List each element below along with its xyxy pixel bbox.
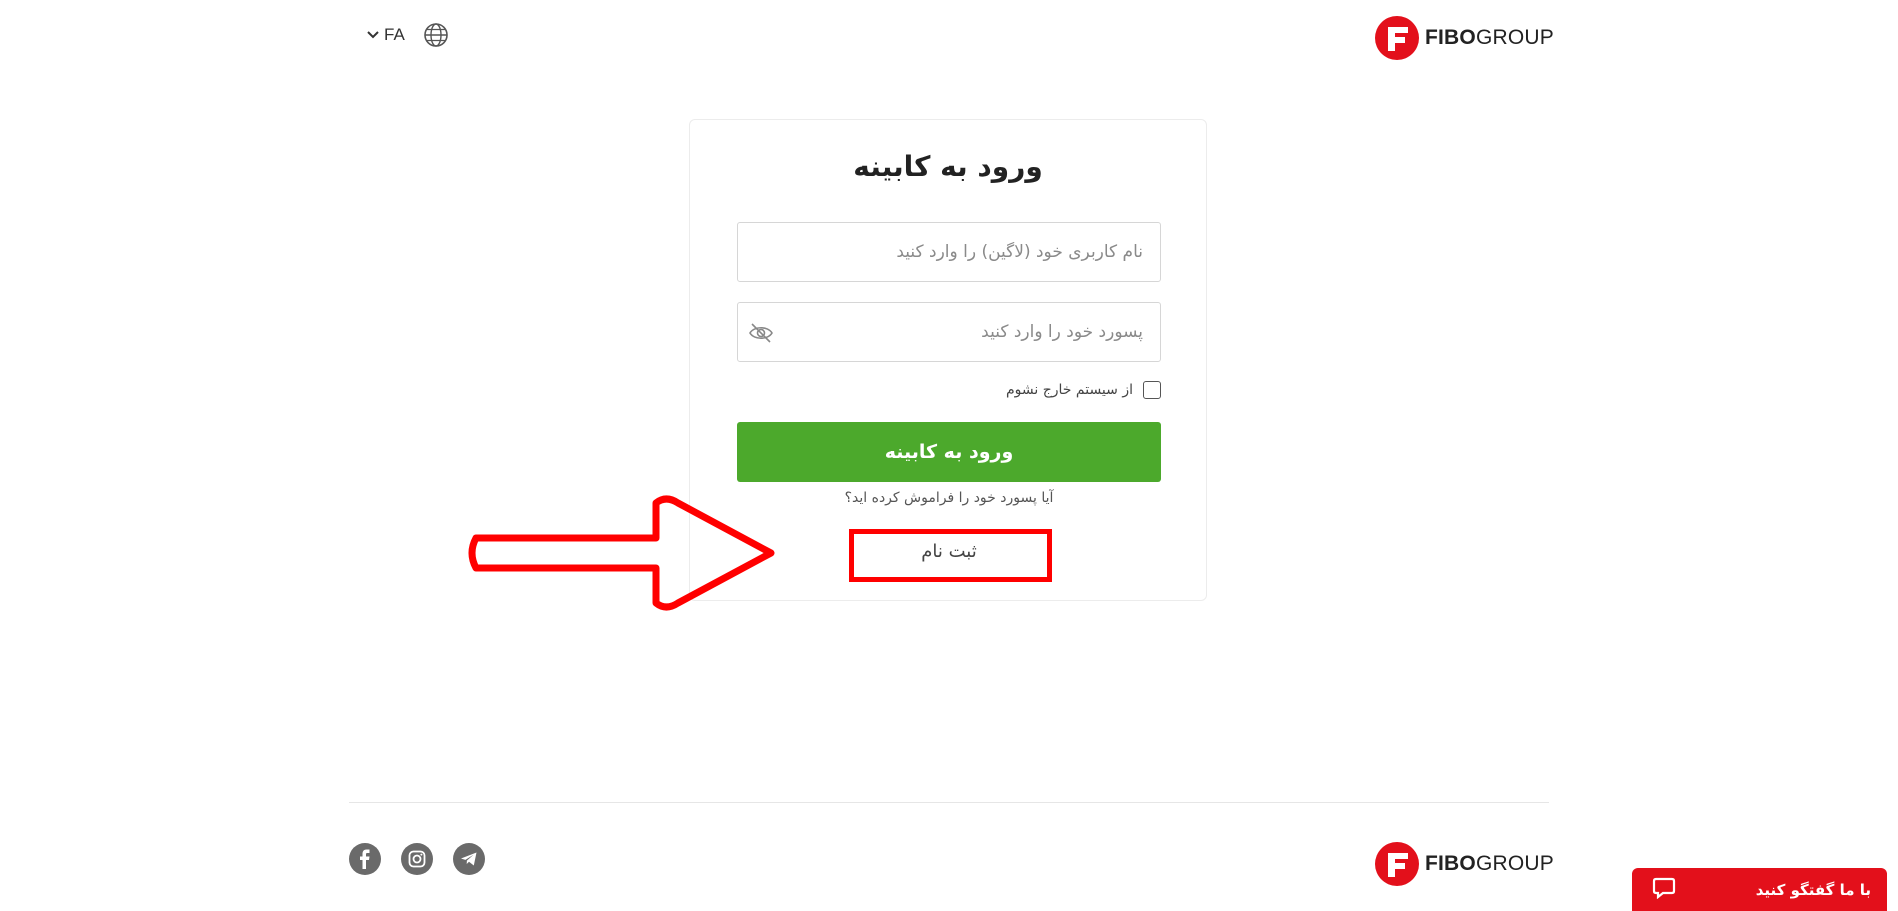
chat-label: با ما گفتگو کنید: [1755, 880, 1871, 899]
fibogroup-logo[interactable]: FIBOGROUP: [1375, 16, 1554, 60]
remember-checkbox[interactable]: [1143, 381, 1161, 399]
login-page: FA FIBOGROUP ورود به کابینه نام کاربری خ…: [0, 0, 1898, 911]
eye-off-icon[interactable]: [748, 321, 774, 345]
remember-label: از سیستم خارج نشوم: [1006, 382, 1133, 398]
password-field[interactable]: [737, 302, 1161, 362]
chevron-down-icon: [367, 31, 379, 39]
language-dropdown[interactable]: FA: [366, 25, 405, 45]
username-input[interactable]: [738, 223, 1160, 281]
remember-me[interactable]: از سیستم خارج نشوم: [900, 381, 1161, 399]
globe-icon[interactable]: [423, 22, 449, 48]
login-button[interactable]: ورود به کابینه: [737, 422, 1161, 482]
chat-widget[interactable]: با ما گفتگو کنید: [1632, 868, 1887, 911]
annotation-arrow-icon: [468, 495, 775, 611]
footer-fibogroup-logo[interactable]: FIBOGROUP: [1375, 842, 1554, 886]
social-links: [349, 843, 485, 875]
footer-divider: [349, 802, 1549, 803]
footer-logo-text: FIBOGROUP: [1425, 852, 1554, 875]
instagram-icon[interactable]: [401, 843, 433, 875]
language-switcher[interactable]: FA: [366, 22, 449, 48]
telegram-icon[interactable]: [453, 843, 485, 875]
username-field[interactable]: [737, 222, 1161, 282]
password-input[interactable]: [738, 303, 1160, 361]
fibogroup-logo-mark-icon: [1375, 16, 1419, 60]
language-code: FA: [384, 25, 405, 44]
page-title: ورود به کابینه: [853, 150, 1043, 183]
fibogroup-logo-mark-icon: [1375, 842, 1419, 886]
forgot-password-link[interactable]: آیا پسورد خود را فراموش کرده اید؟: [737, 490, 1161, 506]
logo-text: FIBOGROUP: [1425, 26, 1554, 49]
facebook-icon[interactable]: [349, 843, 381, 875]
chat-bubble-icon: [1652, 877, 1676, 903]
annotation-highlight-box: [849, 529, 1052, 582]
